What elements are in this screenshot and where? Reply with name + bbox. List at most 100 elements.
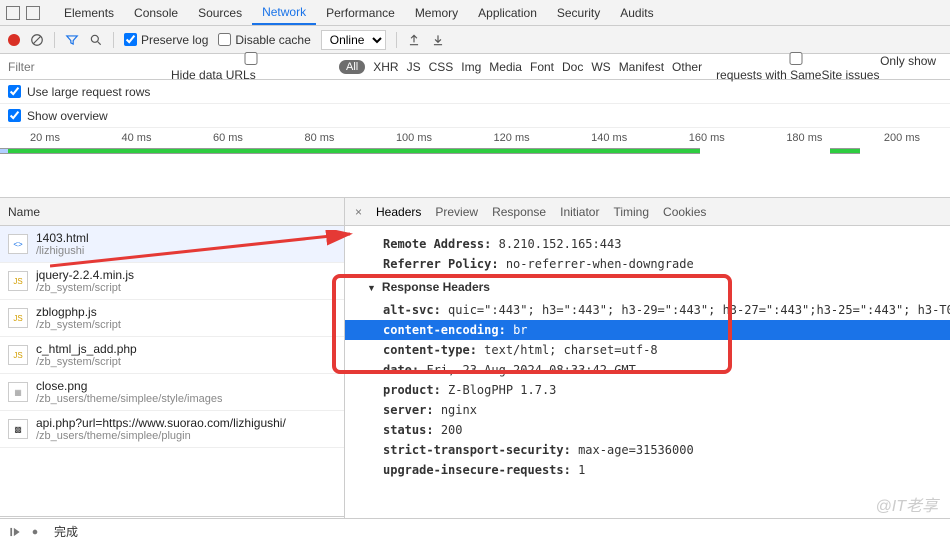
disable-cache-label: Disable cache — [235, 33, 310, 47]
step-controls — [8, 525, 42, 539]
tab-performance[interactable]: Performance — [316, 2, 405, 24]
tab-sources[interactable]: Sources — [188, 2, 252, 24]
request-row-close-png[interactable]: ▦ close.png/zb_users/theme/simplee/style… — [0, 374, 344, 411]
request-row-jquery[interactable]: JS jquery-2.2.4.min.js/zb_system/script — [0, 263, 344, 300]
request-row-1403-html[interactable]: <> 1403.html/lizhigushi — [0, 226, 344, 263]
search-icon[interactable] — [89, 33, 103, 47]
tab-application[interactable]: Application — [468, 2, 547, 24]
upload-icon[interactable] — [407, 33, 421, 47]
show-overview-label: Show overview — [27, 109, 108, 123]
timeline-bars — [0, 148, 950, 154]
disable-cache-checkbox[interactable]: Disable cache — [218, 33, 310, 47]
dock-icons — [6, 6, 40, 20]
filter-img[interactable]: Img — [461, 60, 481, 74]
request-path: /zb_system/script — [36, 319, 121, 331]
tab-elements[interactable]: Elements — [54, 2, 124, 24]
request-path: /zb_system/script — [36, 282, 134, 294]
img-icon: ▦ — [8, 382, 28, 402]
qr-icon: ▩ — [8, 419, 28, 439]
request-name: c_html_js_add.php — [36, 342, 137, 356]
js-icon: JS — [8, 345, 28, 365]
filter-css[interactable]: CSS — [429, 60, 454, 74]
tab-timing[interactable]: Timing — [613, 205, 649, 219]
request-path: /zb_system/script — [36, 356, 137, 368]
tab-network[interactable]: Network — [252, 1, 316, 25]
filter-media[interactable]: Media — [489, 60, 522, 74]
resume-icon[interactable] — [8, 525, 22, 539]
devtools-main-tabs: Elements Console Sources Network Perform… — [0, 0, 950, 26]
header-remote-address: Remote Address: 8.210.152.165:443 — [357, 234, 938, 254]
filter-xhr[interactable]: XHR — [373, 60, 398, 74]
tab-cookies[interactable]: Cookies — [663, 205, 706, 219]
hide-data-urls-label: Hide data URLs — [171, 68, 256, 82]
large-rows-label: Use large request rows — [27, 85, 150, 99]
tick: 80 ms — [304, 132, 334, 144]
request-path: /zb_users/theme/simplee/plugin — [36, 430, 286, 442]
filter-ws[interactable]: WS — [591, 60, 610, 74]
clear-icon[interactable] — [30, 33, 44, 47]
tab-audits[interactable]: Audits — [610, 2, 663, 24]
filter-icon[interactable] — [65, 33, 79, 47]
headers-body[interactable]: Remote Address: 8.210.152.165:443 Referr… — [345, 226, 950, 544]
header-sts: strict-transport-security: max-age=31536… — [357, 440, 938, 460]
tab-console[interactable]: Console — [124, 2, 188, 24]
filter-font[interactable]: Font — [530, 60, 554, 74]
request-row-api[interactable]: ▩ api.php?url=https://www.suorao.com/liz… — [0, 411, 344, 448]
request-path: /zb_users/theme/simplee/style/images — [36, 393, 222, 405]
tab-memory[interactable]: Memory — [405, 2, 468, 24]
request-row-zblogphp[interactable]: JS zblogphp.js/zb_system/script — [0, 300, 344, 337]
filter-all[interactable]: All — [339, 60, 365, 74]
network-main: Name <> 1403.html/lizhigushi JS jquery-2… — [0, 198, 950, 544]
filter-other[interactable]: Other — [672, 60, 702, 74]
filter-doc[interactable]: Doc — [562, 60, 583, 74]
js-icon: JS — [8, 308, 28, 328]
step-icon[interactable] — [28, 525, 42, 539]
separator — [113, 32, 114, 48]
option-large-rows[interactable]: Use large request rows — [0, 80, 950, 104]
header-content-type: content-type: text/html; charset=utf-8 — [357, 340, 938, 360]
request-name: zblogphp.js — [36, 305, 121, 319]
tab-response[interactable]: Response — [492, 205, 546, 219]
request-row-chtml[interactable]: JS c_html_js_add.php/zb_system/script — [0, 337, 344, 374]
header-status: status: 200 — [357, 420, 938, 440]
header-referrer-policy: Referrer Policy: no-referrer-when-downgr… — [357, 254, 938, 274]
close-detail-button[interactable]: × — [355, 205, 362, 219]
tick: 120 ms — [494, 132, 530, 144]
name-column-header[interactable]: Name — [0, 198, 344, 226]
samesite-checkbox[interactable]: Only show requests with SameSite issues — [716, 52, 942, 82]
timeline-overview[interactable]: 20 ms 40 ms 60 ms 80 ms 100 ms 120 ms 14… — [0, 128, 950, 198]
preserve-log-label: Preserve log — [141, 33, 208, 47]
filter-manifest[interactable]: Manifest — [619, 60, 664, 74]
request-name: api.php?url=https://www.suorao.com/lizhi… — [36, 416, 286, 430]
option-show-overview[interactable]: Show overview — [0, 104, 950, 128]
separator — [396, 32, 397, 48]
request-name: jquery-2.2.4.min.js — [36, 268, 134, 282]
js-icon: JS — [8, 271, 28, 291]
header-uir: upgrade-insecure-requests: 1 — [357, 460, 938, 480]
dock-icon-1[interactable] — [6, 6, 20, 20]
status-bar: 完成 — [0, 518, 950, 544]
tick: 140 ms — [591, 132, 627, 144]
hide-data-urls-checkbox[interactable]: Hide data URLs — [171, 52, 331, 82]
request-name: close.png — [36, 379, 222, 393]
request-name: 1403.html — [36, 231, 89, 245]
filter-bar: Hide data URLs All XHR JS CSS Img Media … — [0, 54, 950, 80]
dock-icon-2[interactable] — [26, 6, 40, 20]
tab-initiator[interactable]: Initiator — [560, 205, 599, 219]
record-button[interactable] — [8, 34, 20, 46]
detail-tabs: × Headers Preview Response Initiator Tim… — [345, 198, 950, 226]
timeline-bar-late — [830, 148, 860, 154]
tick: 100 ms — [396, 132, 432, 144]
filter-input[interactable] — [8, 60, 163, 74]
tab-headers[interactable]: Headers — [376, 205, 421, 219]
tick: 200 ms — [884, 132, 920, 144]
tab-security[interactable]: Security — [547, 2, 610, 24]
tab-preview[interactable]: Preview — [435, 205, 478, 219]
filter-js[interactable]: JS — [407, 60, 421, 74]
tick: 180 ms — [786, 132, 822, 144]
response-headers-section[interactable]: Response Headers — [357, 274, 938, 300]
preserve-log-checkbox[interactable]: Preserve log — [124, 33, 208, 47]
download-icon[interactable] — [431, 33, 445, 47]
doc-icon: <> — [8, 234, 28, 254]
throttle-select[interactable]: Online — [321, 30, 386, 50]
